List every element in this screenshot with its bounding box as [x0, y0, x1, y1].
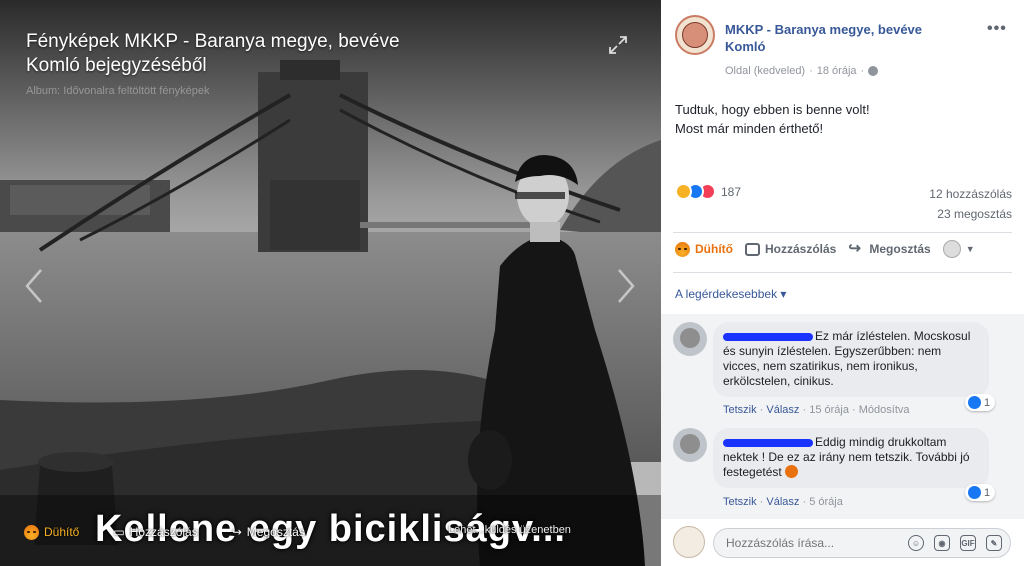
- angry-reaction-icon: [675, 241, 690, 257]
- post-text: Tudtuk, hogy ebben is benne volt! Most m…: [675, 100, 870, 138]
- photo-share-label: Megosztás: [246, 525, 305, 539]
- comment-reaction-count[interactable]: 1: [965, 394, 996, 411]
- post-side-panel: MKKP - Baranya megye, bevéve Komló Oldal…: [661, 0, 1024, 566]
- angry-reaction-icon: [24, 524, 39, 540]
- gif-icon[interactable]: GIF: [960, 535, 976, 551]
- avatar[interactable]: [673, 428, 707, 462]
- divider: [673, 232, 1012, 233]
- post-text-line: Most már minden érthető!: [675, 121, 824, 136]
- photo-send-message-link[interactable]: Lehet...küldés üzenetben: [448, 524, 571, 536]
- comment-icon: ▭: [113, 525, 125, 539]
- comment-composer: ☺ ◉ GIF ✎: [661, 519, 1024, 566]
- divider: [673, 272, 1012, 273]
- like-reaction-icon: [968, 486, 981, 499]
- photo-angry-button[interactable]: Dühítő: [24, 524, 80, 540]
- comment-reaction-count[interactable]: 1: [965, 484, 996, 501]
- share-button[interactable]: ↪ Megosztás: [848, 240, 931, 257]
- globe-icon: [868, 66, 879, 76]
- photo-action-bar: Dühítő ▭ Hozzászólás ↪ Megosztás Lehet..…: [0, 510, 661, 554]
- reply-comment-link[interactable]: Válasz: [766, 496, 799, 508]
- photo-pane: Fényképek MKKP - Baranya megye, bevéve K…: [0, 0, 661, 566]
- reaction-count: 187: [721, 184, 742, 199]
- composer-icons: ☺ ◉ GIF ✎: [908, 535, 1002, 551]
- photo-title: Fényképek MKKP - Baranya megye, bevéve K…: [26, 31, 400, 76]
- like-reaction-icon: [968, 396, 981, 409]
- share-label: Megosztás: [869, 242, 931, 256]
- avatar[interactable]: [673, 322, 707, 356]
- post-timestamp[interactable]: 18 órája: [817, 65, 857, 77]
- emoji-icon[interactable]: ☺: [908, 535, 924, 551]
- edited-label[interactable]: Módosítva: [859, 404, 910, 416]
- comments-count-link[interactable]: 12 hozzászólás: [929, 184, 1012, 204]
- photo-share-button[interactable]: ↪ Megosztás: [232, 525, 305, 539]
- camera-icon[interactable]: ◉: [934, 535, 950, 551]
- comment-icon: [745, 242, 760, 256]
- post-stats: 12 hozzászólás 23 megosztás: [929, 184, 1012, 224]
- post-text-line: Tudtuk, hogy ebben is benne volt!: [675, 102, 870, 117]
- post-as-selector[interactable]: ▼: [942, 240, 975, 258]
- comment-meta: Tetszik · Válasz · 5 órája: [723, 496, 843, 508]
- meta-separator: ·: [860, 65, 865, 77]
- comment-timestamp[interactable]: 5 órája: [809, 496, 843, 508]
- comment-bubble: Ez már ízléstelen. Mocskosul és sunyin í…: [713, 322, 989, 397]
- reaction-summary[interactable]: 187: [675, 183, 741, 200]
- photo-comment-label: Hozzászólás: [129, 525, 198, 539]
- redacted-author-name[interactable]: [723, 332, 813, 341]
- angry-label: Dühítő: [695, 242, 733, 256]
- post-actions: Dühítő Hozzászólás ↪ Megosztás ▼: [675, 240, 975, 258]
- more-options-icon[interactable]: •••: [987, 20, 1007, 38]
- photo-comment-button[interactable]: ▭ Hozzászólás: [113, 525, 197, 539]
- photo-angry-label: Dühítő: [44, 525, 80, 539]
- comment-filter-label: A legérdekesebbek: [675, 287, 778, 301]
- page-type-label: Oldal (kedveled): [725, 65, 806, 77]
- next-photo-button[interactable]: [616, 268, 636, 304]
- chevron-right-icon: [618, 269, 635, 303]
- page-name-link[interactable]: MKKP - Baranya megye, bevéve Komló: [725, 21, 955, 55]
- redacted-author-name[interactable]: [723, 438, 813, 447]
- album-link[interactable]: Album: Idővonalra feltöltött fényképek: [26, 85, 209, 97]
- post-meta: Oldal (kedveled) · 18 órája ·: [725, 65, 945, 77]
- haha-reaction-icon: [675, 183, 692, 200]
- comment-filter-dropdown[interactable]: A legérdekesebbek ▾: [675, 287, 786, 301]
- comment-reaction-number: 1: [984, 396, 991, 409]
- share-icon: ↪: [848, 240, 861, 257]
- post-header: MKKP - Baranya megye, bevéve Komló Oldal…: [675, 15, 922, 77]
- comments-list: Ez már ízléstelen. Mocskosul és sunyin í…: [661, 314, 1024, 519]
- meta-separator: ·: [809, 65, 813, 77]
- sticker-icon[interactable]: ✎: [986, 535, 1002, 551]
- avatar: [942, 240, 961, 258]
- caret-down-icon: ▼: [965, 244, 975, 254]
- photo-viewer: Fényképek MKKP - Baranya megye, bevéve K…: [0, 0, 1024, 566]
- angry-reaction-button[interactable]: Dühítő: [675, 241, 733, 257]
- previous-photo-button[interactable]: [24, 268, 44, 304]
- like-comment-link[interactable]: Tetszik: [723, 496, 757, 508]
- caret-down-icon: ▾: [780, 287, 787, 301]
- expand-icon[interactable]: [607, 34, 629, 56]
- page-avatar[interactable]: [675, 15, 715, 55]
- comment-label: Hozzászólás: [765, 242, 837, 256]
- reply-comment-link[interactable]: Válasz: [766, 404, 799, 416]
- shares-count-link[interactable]: 23 megosztás: [929, 204, 1012, 224]
- comment-reaction-number: 1: [984, 486, 991, 499]
- angry-emoji-icon: [785, 465, 799, 478]
- comment-button[interactable]: Hozzászólás: [745, 242, 836, 256]
- share-icon: ↪: [231, 525, 242, 539]
- comment-meta: Tetszik · Válasz · 15 órája · Módosítva: [723, 404, 910, 416]
- comment-timestamp[interactable]: 15 órája: [809, 404, 849, 416]
- like-comment-link[interactable]: Tetszik: [723, 404, 757, 416]
- chevron-left-icon: [25, 269, 42, 303]
- avatar: [673, 526, 705, 558]
- comment-bubble: Eddig mindig drukkoltam nektek ! De ez a…: [713, 428, 989, 488]
